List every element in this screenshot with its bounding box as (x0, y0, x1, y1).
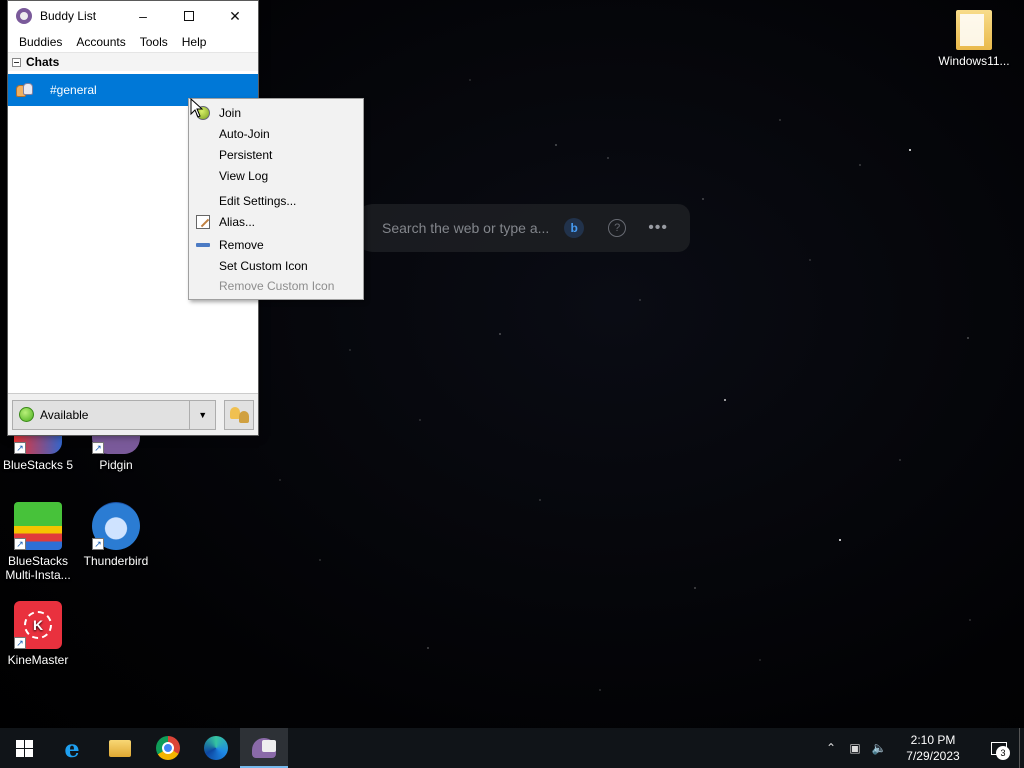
pidgin-icon: ↗ (92, 434, 140, 454)
menu-item-remove-custom-icon: Remove Custom Icon (189, 276, 363, 295)
desktop-icon-label: Windows11... (938, 54, 1010, 68)
menu-item-persistent[interactable]: Persistent (189, 144, 363, 165)
menu-item-label: Edit Settings... (219, 193, 297, 208)
show-desktop-button[interactable] (1019, 728, 1024, 768)
edge-icon (204, 736, 228, 760)
close-button[interactable]: ✕ (212, 1, 258, 31)
menu-accounts[interactable]: Accounts (69, 35, 132, 49)
kinemaster-icon: K ↗ (14, 601, 62, 649)
file-explorer-icon (109, 739, 131, 757)
shortcut-arrow-icon: ↗ (14, 637, 26, 649)
menu-item-label: Alias... (219, 214, 256, 229)
status-dropdown[interactable]: Available ▼ (12, 399, 217, 430)
desktop-icon-label: BlueStacks 5 (2, 458, 74, 472)
thunderbird-icon: ↗ (92, 502, 140, 550)
chat-room-icon (16, 82, 33, 98)
bing-icon[interactable]: b (564, 218, 585, 238)
status-label: Available (40, 407, 89, 422)
bluestacks-icon: ↗ (14, 434, 62, 454)
desktop-icon-pidgin[interactable]: ↗ Pidgin (78, 434, 154, 472)
shortcut-arrow-icon: ↗ (14, 538, 26, 550)
menu-help[interactable]: Help (175, 35, 214, 49)
taskbar-internet-explorer[interactable]: e (48, 728, 96, 768)
volume-muted-icon[interactable]: 🔈 (867, 741, 891, 755)
clock[interactable]: 2:10 PM 7/29/2023 (895, 732, 971, 764)
minimize-button[interactable]: – (120, 1, 166, 31)
menu-item-remove[interactable]: Remove (189, 234, 363, 255)
window-title: Buddy List (40, 9, 97, 23)
taskbar-pidgin[interactable] (240, 728, 288, 768)
menu-item-edit-settings[interactable]: Edit Settings... (189, 190, 363, 211)
desktop-icon-label: BlueStacks Multi-Insta... (5, 554, 71, 582)
network-icon[interactable]: ▣ (843, 741, 867, 755)
taskbar-edge[interactable] (192, 728, 240, 768)
menu-item-label: Set Custom Icon (219, 258, 308, 273)
chevron-down-icon[interactable]: ▼ (189, 400, 215, 429)
shortcut-arrow-icon: ↗ (92, 538, 104, 550)
desktop-icon-label: KineMaster (7, 653, 69, 667)
status-bar: Available ▼ (8, 393, 258, 435)
menu-item-label: Auto-Join (219, 126, 270, 141)
search-input[interactable]: Search the web or type a... (382, 220, 564, 236)
shortcut-arrow-icon: ↗ (92, 442, 104, 454)
start-icon (15, 739, 33, 757)
menu-item-view-log[interactable]: View Log (189, 165, 363, 186)
menu-item-label: View Log (219, 168, 269, 183)
folder-icon (956, 10, 992, 50)
mouse-cursor-icon (190, 98, 204, 118)
start-button[interactable] (0, 728, 48, 768)
pidgin-icon (252, 738, 276, 758)
menu-item-label: Remove Custom Icon (219, 278, 335, 293)
more-options-icon[interactable]: ••• (648, 219, 668, 237)
notification-count-badge: 3 (996, 746, 1010, 760)
web-search-bar[interactable]: Search the web or type a... b ? ••• (350, 204, 690, 252)
desktop-icon-windows11-folder[interactable]: Windows11... (936, 10, 1012, 68)
title-bar[interactable]: Buddy List – ✕ (8, 1, 258, 31)
chat-context-menu: Join Auto-Join Persistent View Log Edit … (188, 98, 364, 300)
taskbar-chrome[interactable] (144, 728, 192, 768)
desktop-icon-label: Thunderbird (83, 554, 149, 568)
maximize-icon (184, 11, 194, 21)
system-tray: ⌃ ▣ 🔈 2:10 PM 7/29/2023 3 (819, 728, 1024, 768)
collapse-icon[interactable] (12, 57, 21, 67)
taskbar: e ⌃ ▣ 🔈 2:10 PM 7/29/2023 3 (0, 728, 1024, 768)
menu-item-label: Join (219, 105, 242, 120)
desktop-icon-thunderbird[interactable]: ↗ Thunderbird (78, 502, 154, 568)
maximize-button[interactable] (166, 1, 212, 31)
pidgin-app-icon (16, 8, 32, 24)
menu-buddies[interactable]: Buddies (12, 35, 69, 49)
desktop-icon-label: Pidgin (99, 458, 133, 472)
available-status-icon (19, 407, 34, 422)
action-center-button[interactable]: 3 (979, 728, 1019, 768)
group-chats[interactable]: Chats (8, 53, 258, 71)
menu-item-set-custom-icon[interactable]: Set Custom Icon (189, 255, 363, 276)
bluestacks-multi-icon: ↗ (14, 502, 62, 550)
clock-time: 2:10 PM (910, 733, 956, 747)
chrome-icon (156, 736, 180, 760)
taskbar-file-explorer[interactable] (96, 728, 144, 768)
group-label: Chats (26, 55, 60, 69)
menu-item-label: Remove (219, 237, 264, 252)
desktop-icon-bluestacks5[interactable]: ↗ BlueStacks 5 (0, 434, 76, 472)
pencil-icon (196, 215, 210, 229)
help-icon[interactable]: ? (608, 219, 627, 237)
menu-item-alias[interactable]: Alias... (189, 211, 363, 232)
clock-date: 7/29/2023 (906, 749, 960, 763)
show-hidden-icons-chevron-up-icon[interactable]: ⌃ (819, 741, 843, 755)
menu-item-label: Persistent (219, 147, 273, 162)
desktop-icon-bluestacks-multi[interactable]: ↗ BlueStacks Multi-Insta... (0, 502, 76, 582)
remove-icon (196, 243, 210, 247)
desktop-icon-kinemaster[interactable]: K ↗ KineMaster (0, 601, 76, 667)
chat-item-label: #general (50, 83, 97, 97)
menu-item-auto-join[interactable]: Auto-Join (189, 123, 363, 144)
menu-item-join[interactable]: Join (189, 102, 363, 123)
menu-tools[interactable]: Tools (133, 35, 175, 49)
menu-bar: Buddies Accounts Tools Help (8, 31, 258, 53)
shortcut-arrow-icon: ↗ (14, 442, 26, 454)
buddy-icon-button[interactable] (224, 399, 254, 430)
internet-explorer-icon: e (64, 733, 80, 763)
